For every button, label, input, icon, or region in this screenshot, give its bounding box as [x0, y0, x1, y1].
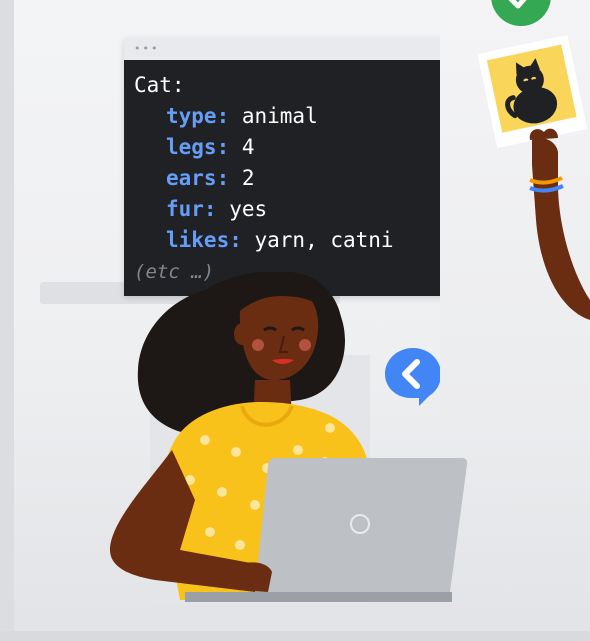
laptop-base-shape: [185, 592, 452, 602]
bottom-border: [0, 631, 590, 641]
hand-shape: [238, 562, 272, 592]
back-chevron-icon: [385, 348, 441, 406]
cheek-right: [299, 339, 311, 351]
raised-arm-shape: [532, 138, 590, 320]
ear-shape: [234, 323, 250, 345]
cheek-left: [252, 339, 264, 351]
inset-panel: [440, 0, 590, 413]
illustration-scene: ••• Cat: type: animal legs: 4 ears: 2 fur: y…: [0, 0, 590, 641]
inset-illustration: [477, 0, 590, 320]
laptop-lid-shape: [255, 458, 468, 592]
cat-photo-icon: [477, 35, 588, 149]
